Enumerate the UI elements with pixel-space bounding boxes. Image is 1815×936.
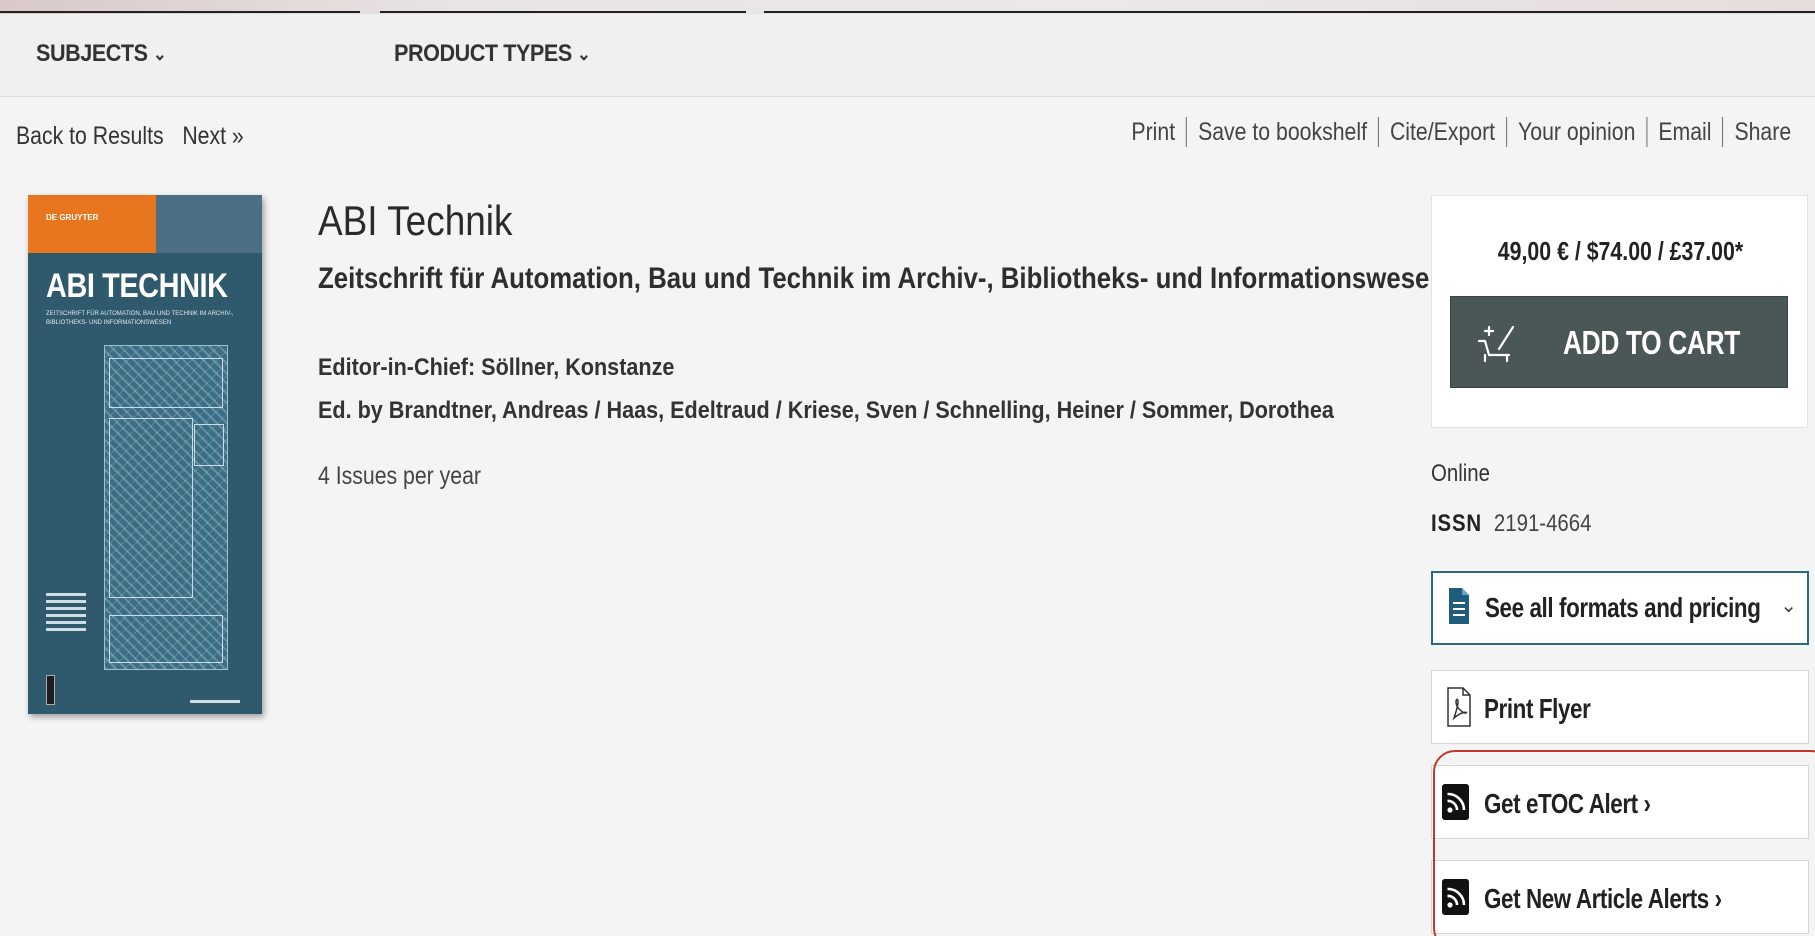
cover-header-band [28, 195, 262, 253]
chevron-down-icon: ⌄ [153, 43, 167, 64]
toolbar-divider [1505, 117, 1507, 147]
issues-per-year: 4 Issues per year [318, 462, 482, 490]
cart-icon [1477, 325, 1515, 363]
page-toolbar: Print Save to bookshelf Cite/Export Your… [1131, 117, 1791, 147]
price-text: 49,00 € / $74.00 / £37.00* [1497, 236, 1744, 266]
editor-in-chief: Editor-in-Chief: Söllner, Konstanze [318, 354, 675, 381]
cover-art-panel [109, 358, 223, 408]
journal-subtitle: Zeitschrift für Automation, Bau und Tech… [318, 262, 1446, 295]
cover-title: ABI TECHNIK [46, 267, 228, 305]
add-to-cart-button[interactable]: ADD TO CART [1450, 296, 1788, 388]
email-link[interactable]: Email [1658, 118, 1711, 147]
cover-art-panel [109, 615, 223, 663]
breadcrumb: Back to Results Next » [16, 122, 244, 151]
top-divider-line [380, 11, 746, 13]
get-etoc-alert-button[interactable]: Get eTOC Alert › [1431, 765, 1809, 839]
issn-row: ISSN 2191-4664 [1431, 510, 1591, 538]
price-box: 49,00 € / $74.00 / £37.00* ADD TO CART [1431, 195, 1808, 428]
print-flyer-label: Print Flyer [1484, 693, 1591, 724]
cover-editor-list [46, 593, 86, 635]
journal-title: ABI Technik [318, 197, 513, 244]
edited-by: Ed. by Brandtner, Andreas / Haas, Edeltr… [318, 397, 1334, 424]
cover-blue-block [156, 195, 262, 253]
rss-icon [1442, 879, 1469, 915]
rss-icon [1442, 784, 1469, 820]
nav-subjects[interactable]: SUBJECTS ⌄ [36, 40, 167, 68]
toolbar-divider [1646, 117, 1648, 147]
print-flyer-button[interactable]: Print Flyer [1431, 670, 1809, 744]
nav-product-types-label: PRODUCT TYPES [394, 40, 572, 67]
issn-label: ISSN [1431, 510, 1483, 537]
share-link[interactable]: Share [1734, 118, 1791, 147]
see-all-formats-button[interactable]: See all formats and pricing ⌄ [1431, 571, 1809, 645]
back-to-results-link[interactable]: Back to Results [16, 122, 164, 151]
get-new-article-alerts-label: Get New Article Alerts › [1484, 883, 1722, 914]
chevron-down-icon: ⌄ [577, 43, 591, 64]
pdf-icon [1447, 687, 1471, 727]
get-etoc-alert-label: Get eTOC Alert › [1484, 788, 1651, 819]
journal-cover-image[interactable]: DE GRUYTER ABI TECHNIK ZEITSCHRIFT FÜR A… [28, 195, 262, 714]
add-to-cart-label: ADD TO CART [1563, 324, 1740, 361]
cover-art-panel [194, 424, 224, 466]
main-nav-bar: SUBJECTS ⌄ PRODUCT TYPES ⌄ [0, 14, 1815, 97]
cover-orange-block [28, 195, 156, 253]
format-online-label: Online [1431, 460, 1490, 487]
cover-publisher: DE GRUYTER [46, 213, 99, 222]
toolbar-divider [1377, 117, 1379, 147]
cite-export-link[interactable]: Cite/Export [1390, 118, 1495, 147]
toolbar-divider [1722, 117, 1724, 147]
save-to-bookshelf-link[interactable]: Save to bookshelf [1198, 118, 1367, 147]
nav-subjects-label: SUBJECTS [36, 40, 148, 67]
issn-value: 2191-4664 [1493, 510, 1592, 537]
nav-product-types[interactable]: PRODUCT TYPES ⌄ [394, 40, 591, 68]
chevron-down-icon: ⌄ [1780, 595, 1797, 617]
cover-illustration [104, 345, 228, 670]
print-link[interactable]: Print [1131, 118, 1175, 147]
see-all-formats-label: See all formats and pricing [1485, 592, 1761, 623]
top-divider-line [764, 11, 1815, 13]
publisher-logo-icon [46, 675, 55, 705]
document-icon [1449, 588, 1469, 624]
get-new-article-alerts-button[interactable]: Get New Article Alerts › [1431, 860, 1809, 934]
top-divider-line [0, 11, 360, 13]
your-opinion-link[interactable]: Your opinion [1518, 118, 1635, 147]
next-link[interactable]: Next » [182, 122, 243, 151]
cover-url [190, 700, 240, 703]
toolbar-divider [1186, 117, 1187, 147]
cover-subtitle: ZEITSCHRIFT FÜR AUTOMATION, BAU UND TECH… [46, 311, 234, 326]
cover-art-panel [109, 418, 193, 598]
